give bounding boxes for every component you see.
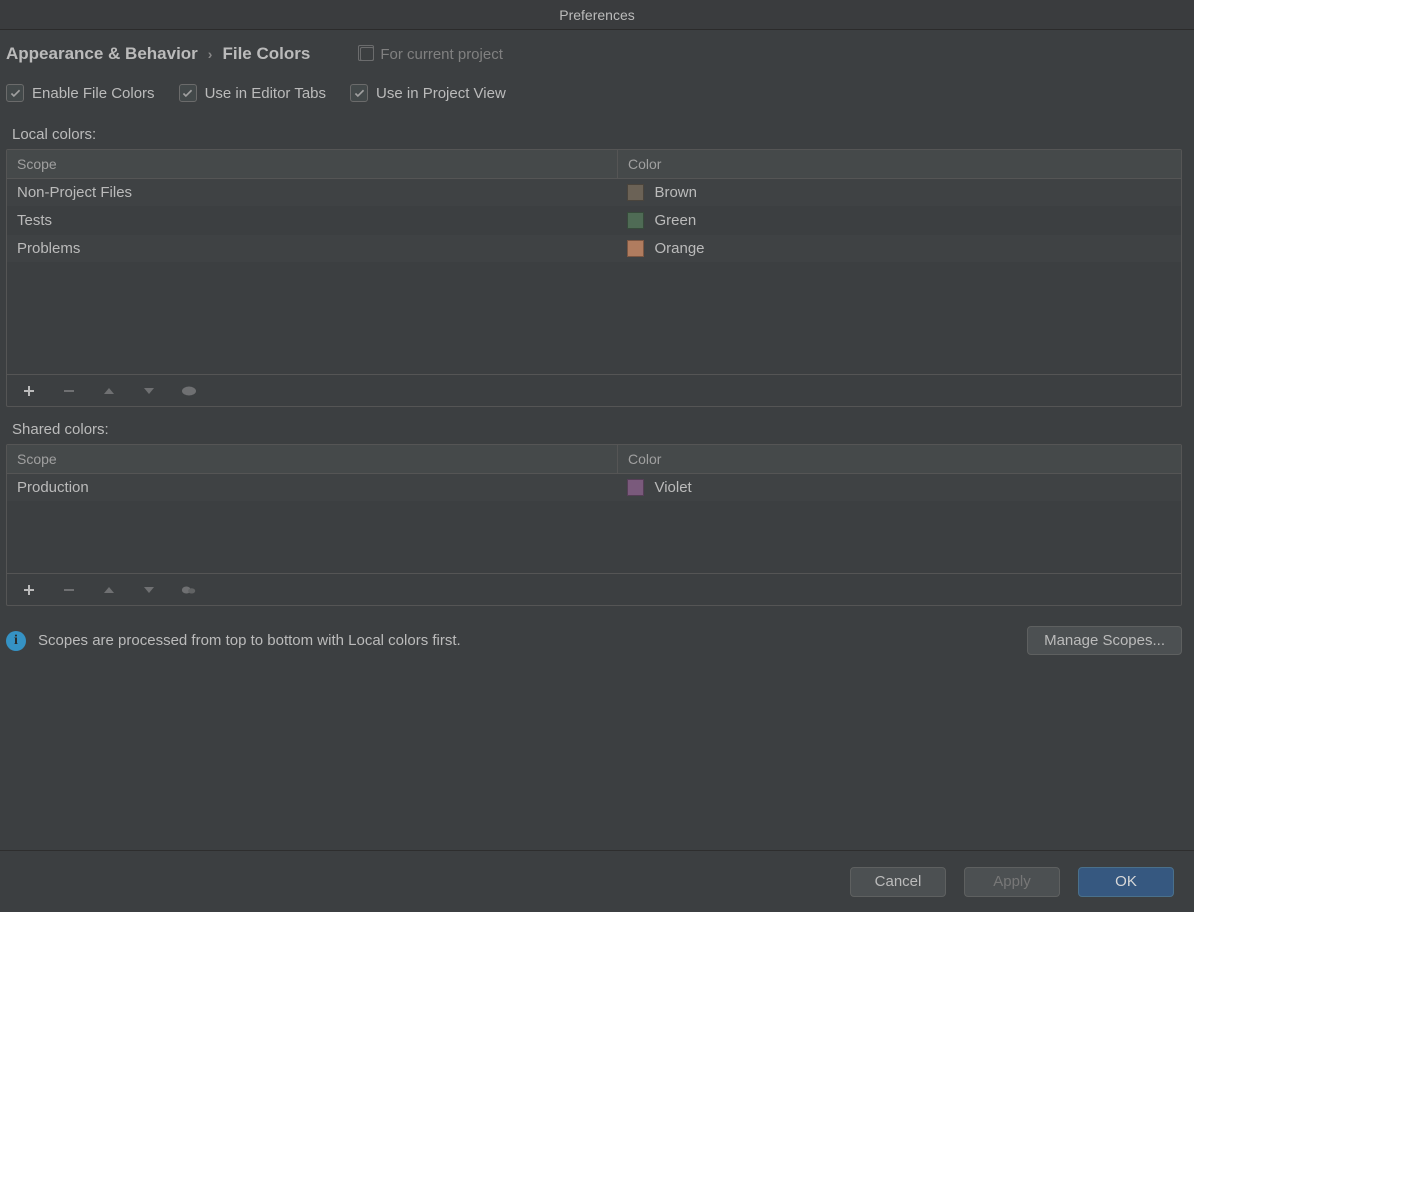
remove-button[interactable]	[61, 582, 77, 598]
color-swatch	[627, 184, 644, 201]
scope-cell: Production	[7, 474, 617, 502]
local-table-toolbar	[7, 374, 1181, 406]
table-header-row: Scope Color	[7, 445, 1181, 474]
color-name: Orange	[654, 240, 704, 257]
titlebar: Preferences	[0, 0, 1194, 30]
table-header-row: Scope Color	[7, 150, 1181, 179]
checkbox-row: Enable File Colors Use in Editor Tabs Us…	[6, 84, 1182, 102]
local-colors-table: Scope Color Non-Project Files Brown Tests G…	[6, 149, 1182, 407]
share-button[interactable]	[181, 383, 197, 399]
project-scope-indicator: For current project	[360, 46, 503, 63]
color-name: Violet	[654, 479, 691, 496]
dialog-footer: Cancel Apply OK	[0, 850, 1194, 912]
preferences-window: Preferences Appearance & Behavior › File…	[0, 0, 1194, 912]
color-cell: Brown	[617, 179, 1181, 207]
check-icon	[6, 84, 24, 102]
checkbox-label: Use in Project View	[376, 85, 506, 102]
col-scope[interactable]: Scope	[7, 150, 617, 179]
color-swatch	[627, 479, 644, 496]
move-down-button[interactable]	[141, 582, 157, 598]
color-swatch	[627, 240, 644, 257]
color-name: Green	[654, 212, 696, 229]
add-button[interactable]	[21, 582, 37, 598]
info-row: i Scopes are processed from top to botto…	[6, 626, 1182, 655]
col-scope[interactable]: Scope	[7, 445, 617, 474]
table-row[interactable]: Non-Project Files Brown	[7, 179, 1181, 207]
checkbox-use-in-project-view[interactable]: Use in Project View	[350, 84, 506, 102]
shared-table-toolbar	[7, 573, 1181, 605]
shared-colors-table: Scope Color Production Violet	[6, 444, 1182, 606]
color-cell: Green	[617, 207, 1181, 235]
breadcrumb: Appearance & Behavior › File Colors	[6, 44, 310, 64]
cancel-button[interactable]: Cancel	[850, 867, 946, 897]
checkbox-label: Enable File Colors	[32, 85, 155, 102]
move-up-button[interactable]	[101, 383, 117, 399]
apply-button[interactable]: Apply	[964, 867, 1060, 897]
unshare-button[interactable]	[181, 582, 197, 598]
project-scope-icon	[360, 47, 374, 61]
color-cell: Violet	[617, 474, 1181, 502]
table-row[interactable]: Production Violet	[7, 474, 1181, 502]
breadcrumb-separator: ›	[208, 46, 213, 62]
table-row[interactable]: Tests Green	[7, 207, 1181, 235]
color-cell: Orange	[617, 235, 1181, 263]
move-down-button[interactable]	[141, 383, 157, 399]
check-icon	[179, 84, 197, 102]
local-colors-label: Local colors:	[6, 126, 1182, 143]
col-color[interactable]: Color	[617, 150, 1181, 179]
color-swatch	[627, 212, 644, 229]
move-up-button[interactable]	[101, 582, 117, 598]
content-area: Appearance & Behavior › File Colors For …	[0, 30, 1194, 850]
window-title: Preferences	[559, 7, 634, 23]
manage-scopes-button[interactable]: Manage Scopes...	[1027, 626, 1182, 655]
scope-cell: Tests	[7, 207, 617, 235]
scope-cell: Problems	[7, 235, 617, 263]
project-scope-label: For current project	[380, 46, 503, 63]
shared-colors-label: Shared colors:	[6, 421, 1182, 438]
info-icon: i	[6, 631, 26, 651]
remove-button[interactable]	[61, 383, 77, 399]
table-row[interactable]: Problems Orange	[7, 235, 1181, 263]
ok-button[interactable]: OK	[1078, 867, 1174, 897]
checkbox-use-in-editor-tabs[interactable]: Use in Editor Tabs	[179, 84, 326, 102]
breadcrumb-current: File Colors	[222, 44, 310, 64]
breadcrumb-row: Appearance & Behavior › File Colors For …	[6, 44, 1182, 64]
breadcrumb-parent[interactable]: Appearance & Behavior	[6, 44, 198, 64]
checkbox-label: Use in Editor Tabs	[205, 85, 326, 102]
check-icon	[350, 84, 368, 102]
info-text: Scopes are processed from top to bottom …	[38, 632, 1015, 649]
col-color[interactable]: Color	[617, 445, 1181, 474]
checkbox-enable-file-colors[interactable]: Enable File Colors	[6, 84, 155, 102]
add-button[interactable]	[21, 383, 37, 399]
scope-cell: Non-Project Files	[7, 179, 617, 207]
color-name: Brown	[654, 184, 697, 201]
